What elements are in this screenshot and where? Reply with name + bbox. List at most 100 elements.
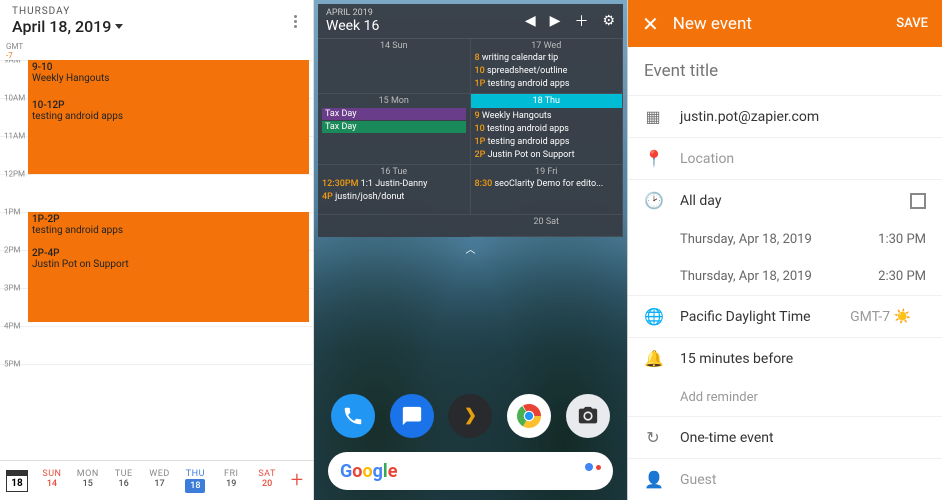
repeat-row[interactable]: ↻ One-time event bbox=[628, 416, 942, 458]
app-drawer-handle[interactable]: ︿ bbox=[314, 241, 627, 256]
clock-icon: 🕑 bbox=[644, 191, 662, 210]
calendar-event[interactable]: 9-10Weekly Hangouts bbox=[28, 60, 309, 98]
calendar-field-icon: ▦ bbox=[644, 107, 662, 126]
next-icon[interactable]: ▶ bbox=[550, 13, 561, 29]
hour-label: 1PM bbox=[4, 208, 21, 217]
day-view-panel: THURSDAY April 18, 2019 GMT -7 9AM 10AM 11… bbox=[0, 0, 314, 500]
person-icon: 👤 bbox=[644, 470, 662, 489]
day-column[interactable]: TUE16 bbox=[106, 469, 142, 493]
hour-label: 3PM bbox=[4, 284, 21, 293]
start-datetime-row[interactable]: Thursday, Apr 18, 2019 1:30 PM bbox=[628, 221, 942, 258]
new-event-header: ✕ New event SAVE bbox=[628, 0, 942, 47]
widget-header: APRIL 2019 Week 16 ◀ ▶ ＋ ⚙ bbox=[318, 4, 623, 39]
all-day-checkbox[interactable] bbox=[910, 193, 926, 209]
widget-day-cell[interactable]: 20 Sat bbox=[471, 215, 624, 237]
calendar-icon[interactable]: 18 bbox=[6, 470, 28, 492]
widget-day-cell[interactable]: 17 Wed8 writing calendar tip10 spreadshe… bbox=[471, 39, 624, 94]
end-date: Thursday, Apr 18, 2019 bbox=[680, 269, 812, 284]
week-strip: 18 SUN14MON15TUE16WED17THU18FRI19SAT20 + bbox=[0, 460, 313, 500]
end-time: 2:30 PM bbox=[878, 269, 926, 284]
add-event-button[interactable]: + bbox=[287, 471, 307, 491]
day-header: THURSDAY April 18, 2019 bbox=[0, 0, 313, 42]
calendar-event[interactable]: 1P-2Ptesting android apps bbox=[28, 212, 309, 246]
hour-label: 12PM bbox=[4, 170, 25, 179]
widget-day-cell[interactable]: 14 Sun bbox=[318, 39, 471, 94]
calendar-widget[interactable]: APRIL 2019 Week 16 ◀ ▶ ＋ ⚙ 14 Sun17 Wed8… bbox=[318, 4, 623, 237]
header-title: New event bbox=[673, 14, 883, 34]
phone-app-icon[interactable] bbox=[331, 394, 375, 438]
start-date: Thursday, Apr 18, 2019 bbox=[680, 232, 812, 247]
hour-label: 10AM bbox=[4, 94, 25, 103]
repeat-value: One-time event bbox=[680, 430, 774, 446]
widget-month: APRIL 2019 bbox=[326, 8, 379, 18]
tz-text: GMT bbox=[6, 42, 23, 51]
guest-label: Guest bbox=[680, 472, 716, 488]
date-string: April 18, 2019 bbox=[12, 17, 123, 36]
new-event-panel: ✕ New event SAVE ▦ justin.pot@zapier.com… bbox=[628, 0, 942, 500]
chrome-app-icon[interactable] bbox=[507, 394, 551, 438]
add-reminder-label: Add reminder bbox=[680, 390, 758, 405]
all-day-label: All day bbox=[680, 193, 721, 209]
google-logo-icon: Google bbox=[340, 461, 397, 482]
hour-label: 9AM bbox=[4, 60, 21, 65]
location-row[interactable]: 📍 Location bbox=[628, 137, 942, 179]
day-name: THURSDAY bbox=[12, 6, 123, 17]
add-reminder-row[interactable]: Add reminder bbox=[628, 379, 942, 416]
hour-label: 4PM bbox=[4, 322, 21, 331]
start-time: 1:30 PM bbox=[878, 232, 926, 247]
dock bbox=[314, 386, 627, 446]
more-options-button[interactable] bbox=[290, 11, 301, 32]
home-screen: APRIL 2019 Week 16 ◀ ▶ ＋ ⚙ 14 Sun17 Wed8… bbox=[314, 0, 628, 500]
day-column[interactable]: SUN14 bbox=[34, 469, 70, 493]
date-picker[interactable]: THURSDAY April 18, 2019 bbox=[12, 6, 123, 36]
widget-week: Week 16 bbox=[326, 18, 379, 34]
repeat-icon: ↻ bbox=[644, 428, 662, 447]
calendar-event[interactable]: 2P-4PJustin Pot on Support bbox=[28, 246, 309, 322]
settings-icon[interactable]: ⚙ bbox=[602, 13, 615, 29]
timezone-label: GMT -7 bbox=[0, 42, 313, 60]
guest-row[interactable]: 👤 Guest bbox=[628, 458, 942, 500]
widget-title[interactable]: APRIL 2019 Week 16 bbox=[326, 8, 379, 34]
reminder-row[interactable]: 🔔 15 minutes before bbox=[628, 337, 942, 379]
plex-app-icon[interactable] bbox=[448, 394, 492, 438]
tz-offset-label: GMT-7 ☀️ bbox=[850, 309, 911, 325]
event-title-input[interactable] bbox=[628, 47, 942, 95]
end-datetime-row[interactable]: Thursday, Apr 18, 2019 2:30 PM bbox=[628, 258, 942, 295]
day-column[interactable]: SAT20 bbox=[249, 469, 285, 493]
date-text: April 18, 2019 bbox=[12, 17, 111, 36]
calendar-row[interactable]: ▦ justin.pot@zapier.com bbox=[628, 95, 942, 137]
assistant-icon[interactable] bbox=[585, 463, 601, 479]
close-icon[interactable]: ✕ bbox=[642, 12, 659, 36]
timezone-row[interactable]: 🌐 Pacific Daylight Time GMT-7 ☀️ bbox=[628, 295, 942, 337]
widget-day-cell[interactable]: 19 Fri8:30 seoClarity Demo for edito... bbox=[471, 165, 624, 215]
location-placeholder: Location bbox=[680, 151, 734, 167]
globe-icon: 🌐 bbox=[644, 307, 662, 326]
camera-app-icon[interactable] bbox=[566, 394, 610, 438]
tz-offset: -7 bbox=[6, 51, 13, 60]
tz-name: Pacific Daylight Time bbox=[680, 309, 811, 325]
save-button[interactable]: SAVE bbox=[896, 16, 928, 31]
hour-label: 2PM bbox=[4, 246, 21, 255]
prev-icon[interactable]: ◀ bbox=[525, 13, 536, 29]
dropdown-icon bbox=[115, 24, 123, 29]
calendar-event[interactable]: 10-12Ptesting android apps bbox=[28, 98, 309, 174]
bell-icon: 🔔 bbox=[644, 349, 662, 368]
hour-grid[interactable]: 9AM 10AM 11AM 12PM 1PM 2PM 3PM 4PM 5PM 9-10Weekly… bbox=[0, 60, 313, 460]
location-icon: 📍 bbox=[644, 149, 662, 168]
widget-day-cell[interactable]: 18 Thu9 Weekly Hangouts10 testing androi… bbox=[471, 94, 624, 165]
add-icon[interactable]: ＋ bbox=[574, 11, 588, 31]
widget-day-cell[interactable]: 15 MonTax DayTax Day bbox=[318, 94, 471, 165]
search-bar[interactable]: Google bbox=[328, 452, 613, 490]
hour-label: 5PM bbox=[4, 360, 21, 369]
day-column[interactable]: WED17 bbox=[142, 469, 178, 493]
day-column[interactable]: THU18 bbox=[177, 469, 213, 493]
calendar-value: justin.pot@zapier.com bbox=[680, 109, 819, 125]
all-day-row[interactable]: 🕑 All day bbox=[628, 179, 942, 221]
hour-label: 11AM bbox=[4, 132, 25, 141]
widget-controls: ◀ ▶ ＋ ⚙ bbox=[525, 11, 615, 31]
messages-app-icon[interactable] bbox=[390, 394, 434, 438]
reminder-value: 15 minutes before bbox=[680, 351, 793, 367]
widget-day-cell[interactable]: 16 Tue12:30PM 1:1 Justin-Danny4P justin/… bbox=[318, 165, 471, 215]
day-column[interactable]: FRI19 bbox=[213, 469, 249, 493]
day-column[interactable]: MON15 bbox=[70, 469, 106, 493]
